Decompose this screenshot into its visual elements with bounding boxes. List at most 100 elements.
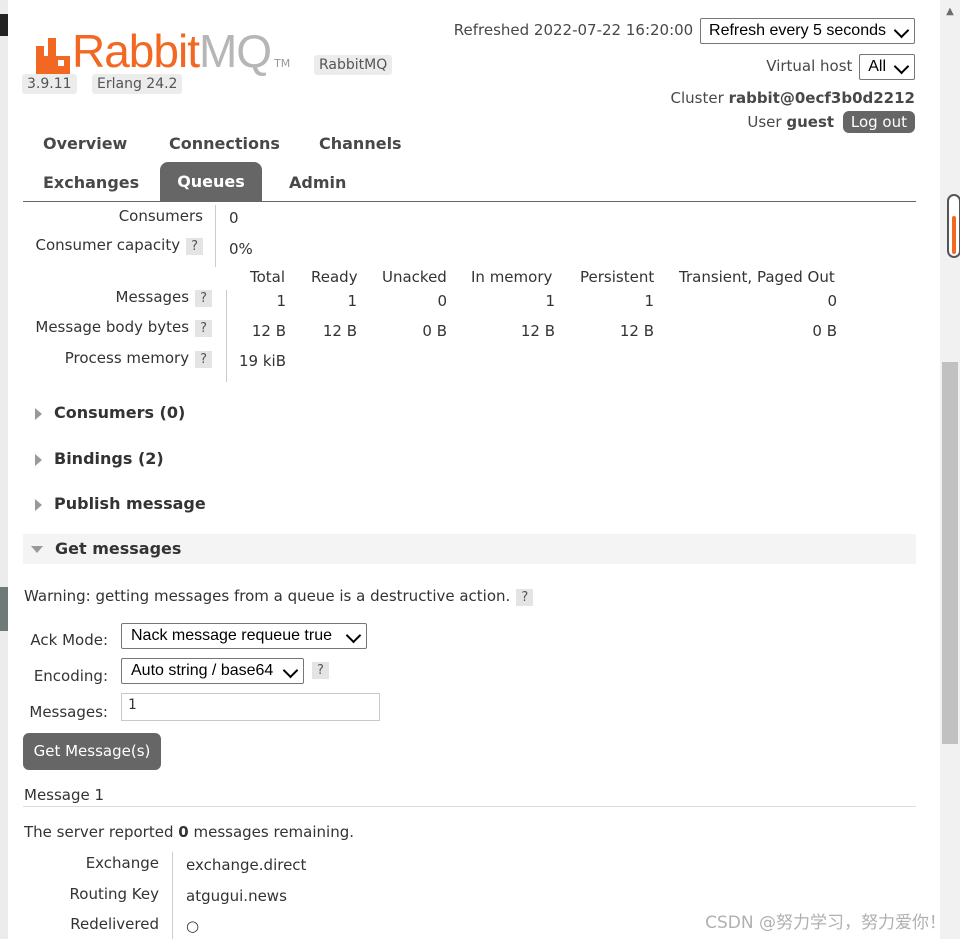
tab-connections[interactable]: Connections — [169, 134, 280, 153]
left-edge-mark — [0, 14, 8, 36]
help-icon[interactable]: ? — [312, 662, 329, 679]
cluster-row: Cluster rabbit@0ecf3b0d2212 — [671, 89, 915, 107]
stats-row-label: Process memory? — [65, 349, 212, 368]
vhost-select[interactable]: All — [859, 54, 915, 80]
table-cell: 19 kiB — [239, 352, 286, 370]
help-icon[interactable]: ? — [195, 290, 212, 307]
table-cell: 12 B — [251, 322, 286, 340]
process-memory-row-label: Process memory — [64, 349, 190, 367]
warning-text: Warning: getting messages from a queue i… — [24, 587, 511, 605]
consumers-value: 0 — [229, 209, 239, 227]
chevron-down-icon — [345, 627, 362, 644]
rabbitmq-logo[interactable]: RabbitMQ TM — [36, 28, 290, 74]
ack-mode-label: Ack Mode: — [30, 631, 108, 649]
triangle-right-icon — [35, 498, 42, 511]
section-publish-message[interactable]: Publish message — [23, 494, 916, 513]
col-header-in-memory: In memory — [471, 268, 553, 286]
table-cell: 1 — [644, 292, 654, 310]
consumer-capacity-label: Consumer capacity — [35, 236, 181, 254]
refreshed-timestamp: Refreshed 2022-07-22 16:20:00 — [453, 21, 694, 39]
version-tag: 3.9.11 — [22, 74, 77, 94]
col-header-persistent: Persistent — [580, 268, 655, 286]
left-window-edge — [0, 0, 8, 939]
help-icon[interactable]: ? — [195, 320, 212, 337]
messages-count-input[interactable]: 1 — [121, 693, 380, 721]
section-bindings[interactable]: Bindings (2) — [23, 449, 916, 468]
user-row: User guest Log out — [747, 111, 915, 133]
table-cell: 12 B — [520, 322, 555, 340]
redelivered-value: ○ — [186, 917, 200, 935]
help-icon[interactable]: ? — [186, 238, 203, 255]
exchange-label: Exchange — [85, 854, 159, 872]
table-cell: 12 B — [619, 322, 654, 340]
remaining-suffix: messages remaining. — [193, 823, 354, 841]
triangle-right-icon — [35, 453, 42, 466]
tab-overview[interactable]: Overview — [43, 134, 127, 153]
get-messages-button[interactable]: Get Message(s) — [23, 733, 161, 770]
section-consumers[interactable]: Consumers (0) — [23, 403, 916, 422]
remaining-count: 0 — [178, 823, 189, 841]
help-icon[interactable]: ? — [516, 589, 534, 606]
table-cell: 1 — [276, 292, 286, 310]
logo-text-rabbit: Rabbit — [72, 25, 200, 77]
tab-channels[interactable]: Channels — [319, 134, 402, 153]
left-edge-mark-2 — [0, 587, 8, 631]
section-get-messages[interactable]: Get messages — [23, 534, 916, 564]
chevron-down-icon — [893, 58, 910, 75]
rabbitmq-logo-icon — [36, 38, 70, 74]
stats-row-label: Message body bytes? — [35, 318, 212, 337]
consumer-capacity-row: Consumer capacity? — [35, 236, 203, 255]
table-cell: 0 — [437, 292, 447, 310]
section-get-title: Get messages — [55, 539, 182, 558]
table-cell: 1 — [347, 292, 357, 310]
scrollbar-thumb[interactable] — [942, 362, 958, 744]
tab-queues[interactable]: Queues — [160, 162, 262, 201]
body-bytes-row-label: Message body bytes — [35, 318, 190, 336]
erlang-version-tag: Erlang 24.2 — [92, 74, 183, 94]
col-header-total: Total — [250, 268, 286, 286]
encoding-select[interactable]: Auto string / base64 — [121, 658, 305, 684]
user-name: guest — [786, 113, 835, 131]
tab-exchanges[interactable]: Exchanges — [43, 173, 139, 192]
vhost-row: Virtual host All — [766, 54, 915, 80]
ack-mode-select[interactable]: Nack message requeue true — [121, 623, 367, 649]
refresh-row: Refreshed 2022-07-22 16:20:00 Refresh ev… — [454, 18, 915, 44]
refresh-interval-value: Refresh every 5 seconds — [709, 22, 886, 39]
triangle-down-icon — [31, 546, 43, 553]
logout-button[interactable]: Log out — [842, 111, 915, 133]
section-publish-title: Publish message — [54, 494, 206, 513]
triangle-right-icon — [35, 407, 42, 420]
table-cell: 0 — [827, 292, 837, 310]
stats-divider — [226, 290, 227, 382]
section-bindings-title: Bindings (2) — [54, 449, 164, 468]
col-header-transient: Transient, Paged Out — [679, 268, 835, 286]
col-header-ready: Ready — [311, 268, 358, 286]
routing-key-label: Routing Key — [69, 885, 159, 903]
nav-divider — [23, 201, 916, 202]
col-header-unacked: Unacked — [382, 268, 447, 286]
vhost-label: Virtual host — [766, 57, 853, 75]
message-fields-divider — [172, 852, 173, 939]
logo-text-mq: MQ — [198, 25, 272, 77]
table-cell: 0 B — [812, 322, 837, 340]
vhost-value: All — [868, 58, 886, 75]
side-widget-handle[interactable] — [947, 194, 960, 258]
redelivered-label: Redelivered — [70, 915, 159, 933]
destructive-warning: Warning: getting messages from a queue i… — [24, 587, 534, 606]
vertical-scrollbar[interactable]: ▲ — [940, 0, 960, 939]
cluster-name: rabbit@0ecf3b0d2212 — [728, 89, 915, 107]
trademark-mark: TM — [274, 57, 291, 70]
ack-mode-value: Nack message requeue true — [131, 627, 332, 644]
routing-key-value: atgugui.news — [186, 887, 287, 905]
refresh-interval-select[interactable]: Refresh every 5 seconds — [700, 18, 915, 44]
help-icon[interactable]: ? — [195, 351, 212, 368]
scroll-up-arrow-icon[interactable]: ▲ — [944, 6, 956, 18]
message-title: Message 1 — [24, 786, 105, 804]
chevron-down-icon — [893, 22, 910, 39]
section-consumers-title: Consumers (0) — [54, 403, 186, 422]
remaining-messages-text: The server reported 0 messages remaining… — [24, 823, 354, 841]
messages-count-label: Messages: — [29, 703, 108, 721]
tab-admin[interactable]: Admin — [289, 173, 346, 192]
table-cell: 0 B — [422, 322, 447, 340]
stats-row-label: Messages? — [116, 288, 212, 307]
